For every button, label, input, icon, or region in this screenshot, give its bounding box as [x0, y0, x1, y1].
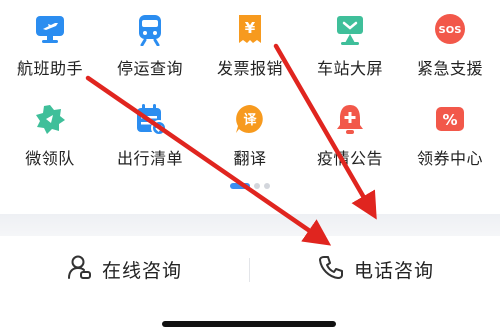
service-label: 紧急支援: [416, 59, 483, 78]
service-grid: 航班助手 停运查询 ¥ 发票报销 车站大屏 SOS 紧急支援 微领队 出行清单 …: [0, 0, 500, 230]
service-station-screen[interactable]: 车站大屏: [300, 0, 400, 90]
station-screen-icon: [333, 12, 367, 46]
coupon-percent-icon: %: [433, 102, 467, 136]
online-consult-label: 在线咨询: [102, 259, 183, 282]
service-label: 微领队: [25, 149, 75, 168]
section-divider: [0, 214, 500, 236]
service-mini-tour-leader[interactable]: 微领队: [0, 90, 100, 180]
service-label: 停运查询: [116, 59, 183, 78]
service-travel-checklist[interactable]: 出行清单: [100, 90, 200, 180]
invoice-yen-icon: ¥: [233, 12, 267, 46]
yen-symbol: ¥: [245, 19, 256, 37]
service-suspension-query[interactable]: 停运查询: [100, 0, 200, 90]
phone-consult-label: 电话咨询: [354, 259, 435, 282]
consult-separator: [249, 258, 250, 282]
translate-icon: 译: [233, 102, 267, 136]
service-label: 出行清单: [116, 149, 183, 168]
page-indicator: [0, 182, 500, 190]
page-dot[interactable]: [264, 183, 270, 189]
service-flight-assistant[interactable]: 航班助手: [0, 0, 100, 90]
page-dot[interactable]: [254, 183, 260, 189]
service-label: 领券中心: [416, 149, 483, 168]
service-label: 发票报销: [216, 59, 283, 78]
service-epidemic-notice[interactable]: 疫情公告: [300, 90, 400, 180]
sos-icon: SOS: [433, 12, 467, 46]
service-invoice-reimbursement[interactable]: ¥ 发票报销: [200, 0, 300, 90]
calendar-check-icon: [133, 102, 167, 136]
online-consult-button[interactable]: 在线咨询: [66, 254, 182, 284]
service-label: 航班助手: [16, 59, 83, 78]
service-label: 翻译: [233, 149, 267, 168]
service-emergency-support[interactable]: SOS 紧急支援: [400, 0, 500, 90]
home-indicator[interactable]: [162, 321, 336, 327]
translate-char: 译: [243, 113, 257, 128]
service-translate[interactable]: 译 翻译: [200, 90, 300, 180]
percent-symbol: %: [442, 111, 457, 129]
sos-text: SOS: [439, 25, 462, 36]
service-coupon-center[interactable]: % 领券中心: [400, 90, 500, 180]
team-leader-icon: [33, 102, 67, 136]
bell-plus-icon: [333, 102, 367, 136]
train-icon: [133, 12, 167, 46]
phone-icon: [318, 254, 344, 284]
customer-service-icon: [66, 254, 92, 284]
service-label: 车站大屏: [316, 59, 383, 78]
phone-consult-button[interactable]: 电话咨询: [318, 254, 434, 284]
page-dot-active[interactable]: [230, 183, 250, 189]
service-label: 疫情公告: [316, 149, 383, 168]
flight-icon: [33, 12, 67, 46]
